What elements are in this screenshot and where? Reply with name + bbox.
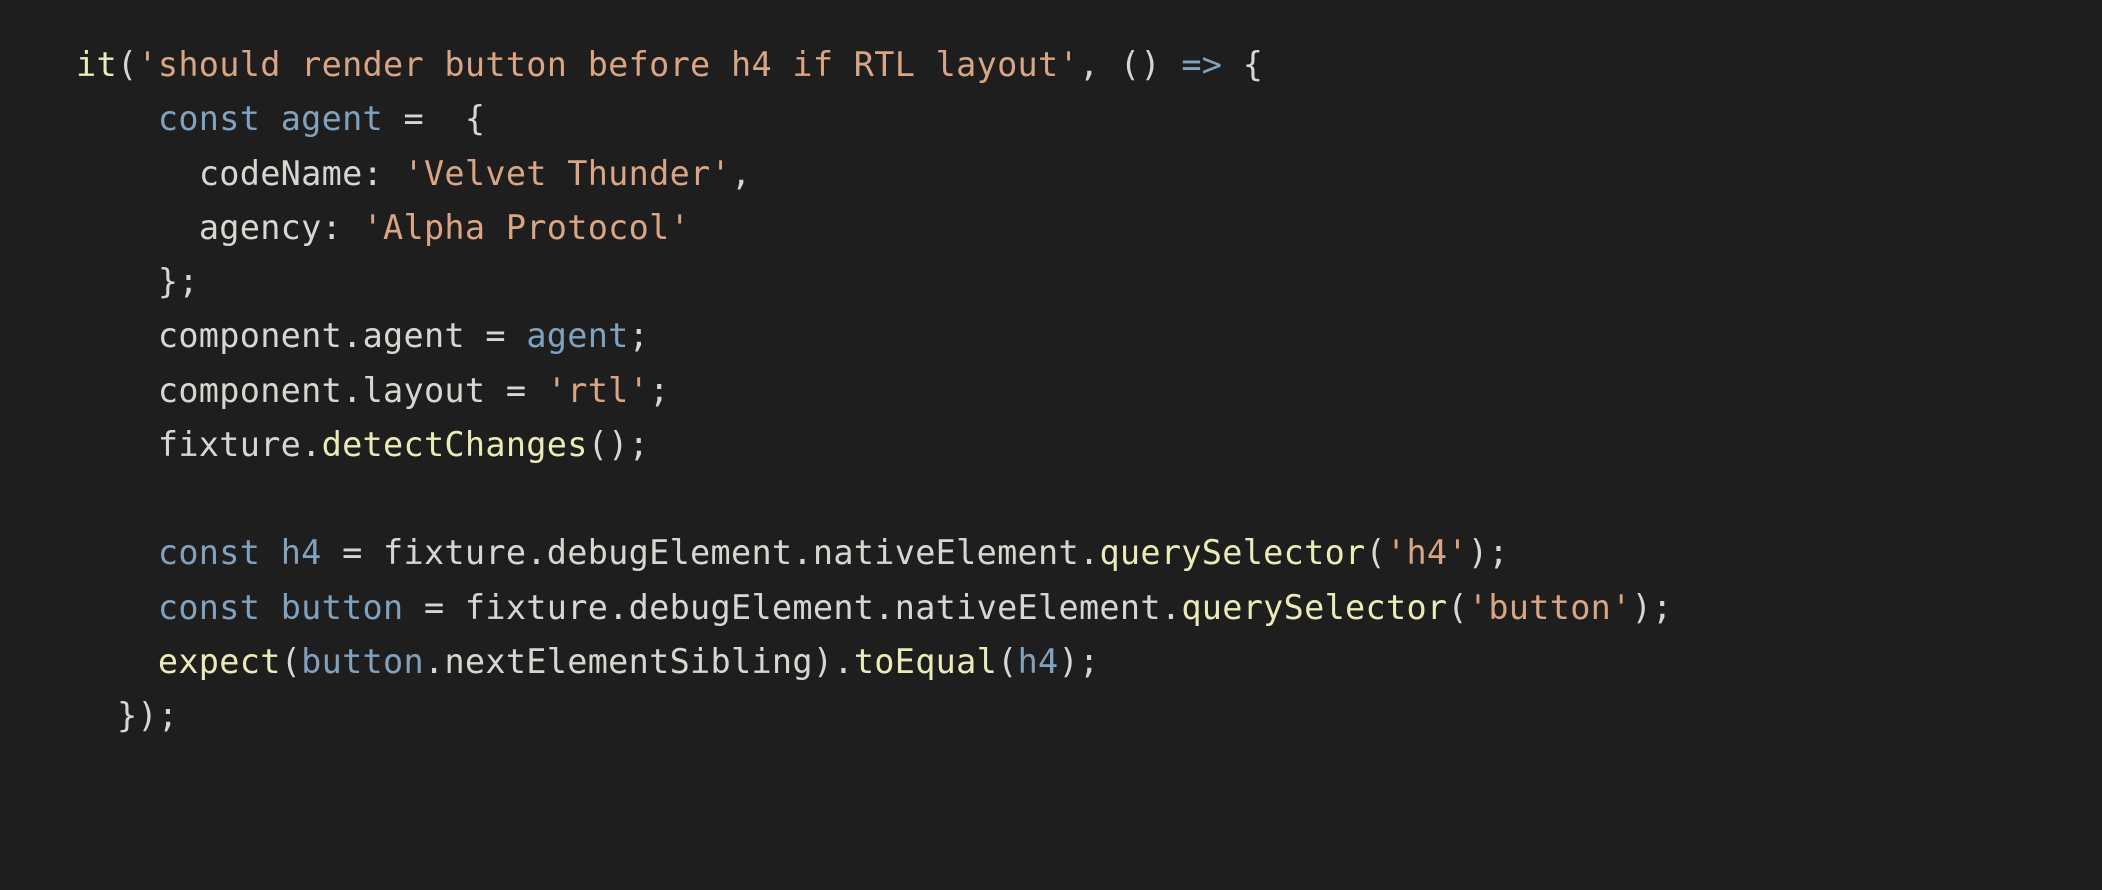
string-button-selector: 'button' (1468, 588, 1632, 627)
keyword-const: const (158, 588, 260, 627)
call-expect: expect (158, 642, 281, 681)
keyword-const: const (158, 533, 260, 572)
call-querySelector: querySelector (1099, 533, 1365, 572)
var-button: button (281, 588, 404, 627)
prop-debugElement: debugElement (547, 533, 793, 572)
prop-nextElementSibling: nextElementSibling (444, 642, 812, 681)
ref-button: button (301, 642, 424, 681)
prop-agency: agency (199, 208, 322, 247)
string-alpha-protocol: 'Alpha Protocol' (363, 208, 691, 247)
arrow-token: => (1181, 45, 1222, 84)
id-component: component (158, 371, 342, 410)
string-velvet-thunder: 'Velvet Thunder' (404, 154, 732, 193)
var-agent: agent (281, 99, 383, 138)
prop-nativeElement: nativeElement (895, 588, 1161, 627)
test-name-string: 'should render button before h4 if RTL l… (137, 45, 1079, 84)
prop-codeName: codeName (199, 154, 363, 193)
string-h4-selector: 'h4' (1386, 533, 1468, 572)
code-block: it('should render button before h4 if RT… (0, 0, 2102, 743)
keyword-const: const (158, 99, 260, 138)
var-h4: h4 (281, 533, 322, 572)
id-fixture: fixture (465, 588, 608, 627)
id-fixture: fixture (383, 533, 526, 572)
prop-nativeElement: nativeElement (813, 533, 1079, 572)
call-querySelector: querySelector (1181, 588, 1447, 627)
call-it: it (76, 45, 117, 84)
prop-debugElement: debugElement (629, 588, 875, 627)
id-component: component (158, 316, 342, 355)
ref-h4: h4 (1018, 642, 1059, 681)
call-toEqual: toEqual (854, 642, 997, 681)
id-fixture: fixture (158, 425, 301, 464)
string-rtl: 'rtl' (547, 371, 649, 410)
prop-agent: agent (363, 316, 465, 355)
call-detectChanges: detectChanges (322, 425, 588, 464)
ref-agent: agent (526, 316, 628, 355)
prop-layout: layout (363, 371, 486, 410)
